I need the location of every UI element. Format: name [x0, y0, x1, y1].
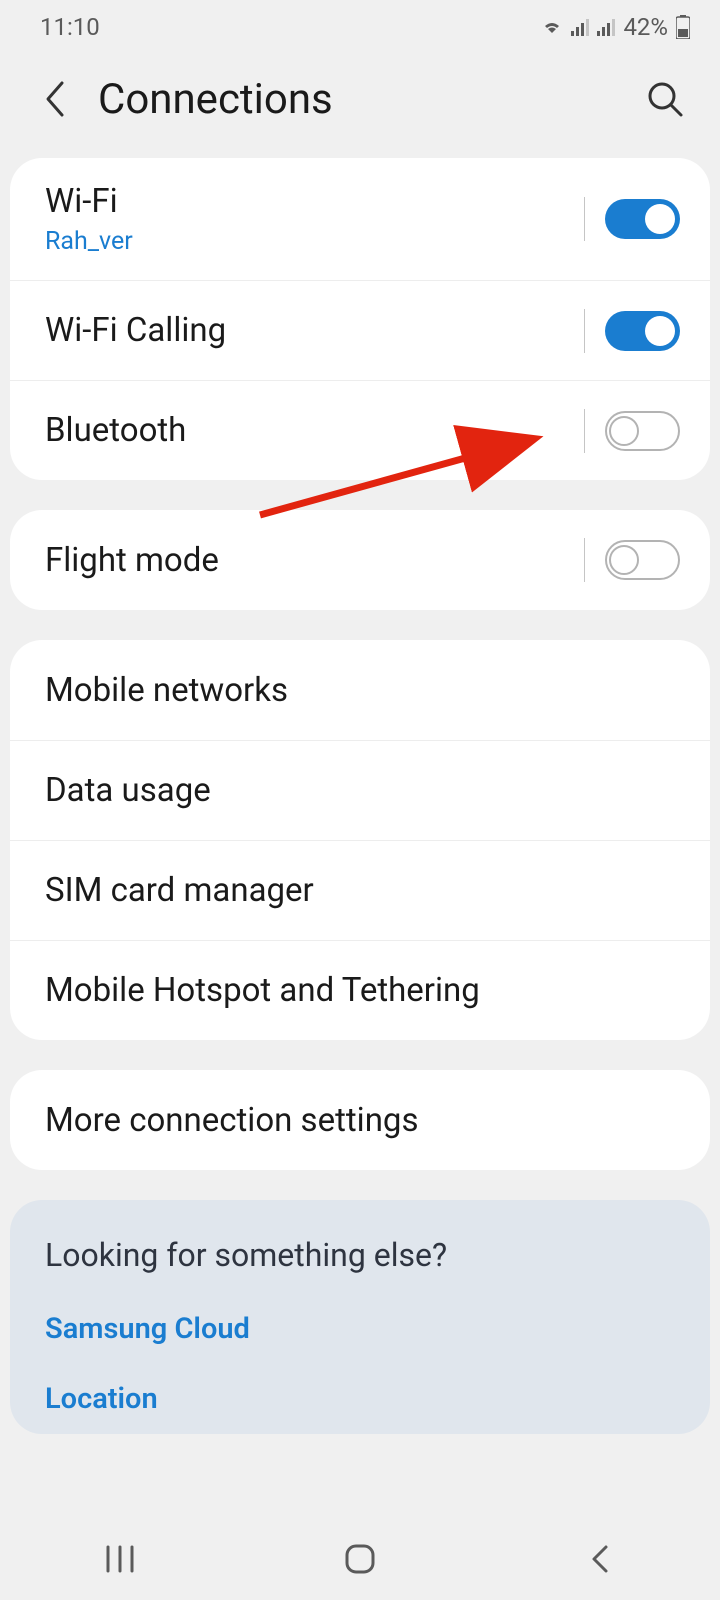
back-button[interactable] — [30, 74, 80, 124]
battery-icon — [676, 15, 690, 39]
mobile-networks-title: Mobile networks — [45, 671, 680, 710]
status-time: 11:10 — [40, 13, 100, 41]
wifi-toggle[interactable] — [605, 199, 680, 239]
vertical-divider — [584, 309, 585, 353]
row-wifi[interactable]: Wi-Fi Rah_ver — [10, 158, 710, 280]
suggestions-card: Looking for something else? Samsung Clou… — [10, 1200, 710, 1434]
wifi-title: Wi-Fi — [45, 182, 574, 221]
bluetooth-title: Bluetooth — [45, 411, 574, 450]
hotspot-title: Mobile Hotspot and Tethering — [45, 971, 680, 1010]
suggestions-heading: Looking for something else? — [10, 1200, 710, 1294]
signal-icon-1 — [571, 18, 589, 36]
settings-group-more: More connection settings — [10, 1070, 710, 1170]
wifi-calling-title: Wi-Fi Calling — [45, 311, 574, 350]
data-usage-title: Data usage — [45, 771, 680, 810]
row-data-usage[interactable]: Data usage — [10, 740, 710, 840]
battery-text: 42% — [623, 13, 668, 41]
nav-home-button[interactable] — [330, 1539, 390, 1579]
row-flight-mode[interactable]: Flight mode — [10, 510, 710, 610]
row-sim-manager[interactable]: SIM card manager — [10, 840, 710, 940]
flight-mode-title: Flight mode — [45, 541, 574, 580]
search-button[interactable] — [640, 74, 690, 124]
header: Connections — [0, 54, 720, 158]
settings-group-connectivity: Wi-Fi Rah_ver Wi-Fi Calling Bluetooth — [10, 158, 710, 480]
vertical-divider — [584, 409, 585, 453]
status-bar: 11:10 42% — [0, 0, 720, 54]
row-more-settings[interactable]: More connection settings — [10, 1070, 710, 1170]
page-title: Connections — [98, 75, 640, 124]
flight-mode-toggle[interactable] — [605, 540, 680, 580]
recents-icon — [104, 1545, 136, 1573]
vertical-divider — [584, 197, 585, 241]
sim-manager-title: SIM card manager — [45, 871, 680, 910]
row-wifi-calling[interactable]: Wi-Fi Calling — [10, 280, 710, 380]
settings-group-network: Mobile networks Data usage SIM card mana… — [10, 640, 710, 1040]
bluetooth-toggle[interactable] — [605, 411, 680, 451]
vertical-divider — [584, 538, 585, 582]
suggestion-location[interactable]: Location — [10, 1364, 710, 1434]
settings-group-flight: Flight mode — [10, 510, 710, 610]
row-hotspot[interactable]: Mobile Hotspot and Tethering — [10, 940, 710, 1040]
back-icon — [589, 1544, 611, 1574]
wifi-calling-toggle[interactable] — [605, 311, 680, 351]
suggestion-samsung-cloud[interactable]: Samsung Cloud — [10, 1294, 710, 1364]
navigation-bar — [0, 1518, 720, 1600]
row-mobile-networks[interactable]: Mobile networks — [10, 640, 710, 740]
nav-back-button[interactable] — [570, 1539, 630, 1579]
signal-icon-2 — [597, 18, 615, 36]
status-indicators: 42% — [541, 13, 690, 41]
home-icon — [344, 1543, 376, 1575]
nav-recents-button[interactable] — [90, 1539, 150, 1579]
wifi-icon — [541, 18, 563, 36]
search-icon — [645, 79, 685, 119]
wifi-subtitle: Rah_ver — [45, 227, 574, 256]
row-bluetooth[interactable]: Bluetooth — [10, 380, 710, 480]
more-settings-title: More connection settings — [45, 1101, 680, 1140]
chevron-left-icon — [42, 79, 68, 119]
